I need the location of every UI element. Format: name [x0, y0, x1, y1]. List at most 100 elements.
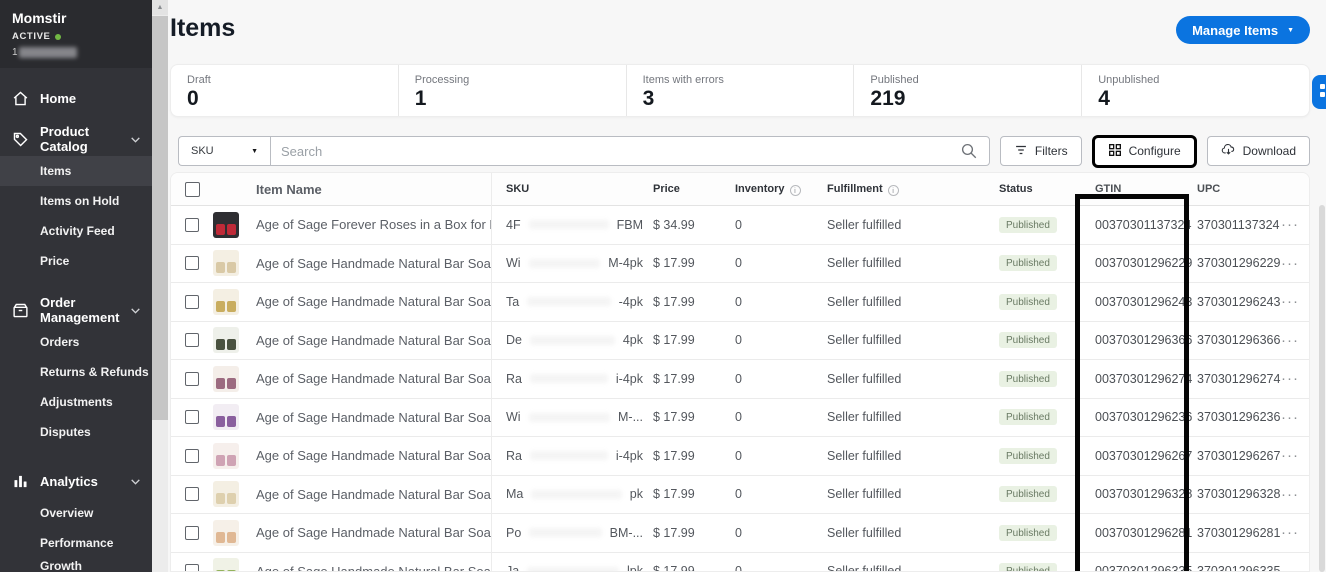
item-name-link[interactable]: Age of Sage Handmade Natural Bar Soap Gi… [251, 294, 491, 309]
row-menu-button[interactable]: ··· [1281, 370, 1309, 387]
table-row: Age of Sage Handmade Natural Bar Soap Gi… [171, 283, 1309, 322]
row-menu-button[interactable]: ··· [1281, 293, 1309, 310]
row-menu-button[interactable]: ··· [1281, 486, 1309, 503]
thumbnail-detail [227, 493, 236, 505]
row-checkbox[interactable] [185, 564, 199, 571]
row-checkbox[interactable] [185, 371, 199, 386]
row-menu-button[interactable]: ··· [1281, 563, 1309, 571]
gtin-cell: 00370301137324 [1095, 217, 1192, 232]
row-checkbox-cell [171, 217, 213, 232]
manage-items-button[interactable]: Manage Items ▼ [1176, 16, 1310, 44]
row-menu-button[interactable]: ··· [1281, 524, 1309, 541]
search-category-select[interactable]: SKU ▼ [178, 136, 270, 166]
sidebar-item-adjustments[interactable]: Adjustments [0, 387, 152, 417]
analytics-icon [12, 473, 29, 490]
thumbnail-detail [227, 223, 236, 235]
sidebar-scrollbar-thumb[interactable] [152, 16, 168, 420]
item-name-link[interactable]: Age of Sage Handmade Natural Bar Soap Gi… [251, 525, 491, 540]
sidebar-item-items-on-hold[interactable]: Items on Hold [0, 186, 152, 216]
upc-cell: 370301137324 [1197, 217, 1280, 232]
fulfillment-cell: Seller fulfilled [827, 256, 902, 271]
table-row: Age of Sage Handmade Natural Bar Soap Gi… [171, 552, 1309, 571]
row-checkbox[interactable] [185, 217, 199, 232]
item-name-link[interactable]: Age of Sage Handmade Natural Bar Soap Gi… [251, 564, 491, 571]
info-icon[interactable]: i [887, 184, 899, 196]
sidebar-item-items[interactable]: Items [0, 156, 152, 186]
stat-unpublished[interactable]: Unpublished 4 [1081, 65, 1309, 116]
sidebar-item-label: Items on Hold [40, 194, 120, 208]
sidebar-item-overview[interactable]: Overview [0, 498, 152, 528]
feedback-panel-button[interactable] [1312, 75, 1326, 109]
sidebar-item-orders[interactable]: Orders [0, 327, 152, 357]
sku-redacted [528, 258, 601, 268]
select-all-checkbox[interactable] [184, 181, 200, 197]
sidebar-item-label: Home [40, 90, 77, 106]
row-menu-button[interactable]: ··· [1281, 332, 1309, 349]
status-cell: Published [983, 447, 1079, 464]
row-checkbox[interactable] [185, 294, 199, 309]
item-name-link[interactable]: Age of Sage Handmade Natural Bar Soap Gi… [251, 448, 491, 463]
stat-draft[interactable]: Draft 0 [171, 65, 398, 116]
row-menu-button[interactable]: ··· [1281, 255, 1309, 272]
stat-value: 3 [642, 87, 655, 110]
status-badge: Published [999, 563, 1057, 571]
row-menu-button[interactable]: ··· [1281, 216, 1309, 233]
item-name-link[interactable]: Age of Sage Handmade Natural Bar Soap Gi… [251, 256, 491, 271]
table-row: Age of Sage Handmade Natural Bar Soap Gi… [171, 475, 1309, 514]
sidebar-item-price[interactable]: Price [0, 246, 152, 276]
configure-label: Configure [1128, 144, 1181, 158]
sidebar-item-performance[interactable]: Performance [0, 528, 152, 558]
item-name-link[interactable]: Age of Sage Handmade Natural Bar Soap Gi… [251, 333, 491, 348]
column-header-gtin: GTIN [1095, 183, 1122, 195]
row-menu-button[interactable]: ··· [1281, 409, 1309, 426]
row-menu-button[interactable]: ··· [1281, 447, 1309, 464]
item-name-link[interactable]: Age of Sage Forever Roses in a Box for M… [251, 217, 491, 232]
sidebar-item-disputes[interactable]: Disputes [0, 417, 152, 447]
search-input[interactable] [270, 136, 990, 166]
item-name-link[interactable]: Age of Sage Handmade Natural Bar Soap Gi… [251, 371, 491, 386]
sidebar-item-order-management[interactable]: Order Management [0, 293, 152, 327]
sku-end: i-4pk [615, 371, 643, 386]
sidebar-item-label: Returns & Refunds [40, 365, 149, 379]
table-scrollbar-thumb[interactable] [1319, 205, 1325, 572]
row-checkbox[interactable] [185, 448, 199, 463]
sku-start: Ta [506, 294, 520, 309]
thumbnail-detail [216, 416, 225, 428]
sku-end: i-4pk [615, 448, 643, 463]
sidebar-scrollbar[interactable]: ▲ [152, 0, 168, 572]
sidebar-nav: Home Product Catalog Items Items on Hold Act… [0, 68, 152, 572]
upc-cell: 370301296243 [1197, 294, 1281, 309]
sidebar-item-home[interactable]: Home [0, 81, 152, 115]
sidebar-item-activity-feed[interactable]: Activity Feed [0, 216, 152, 246]
stat-items-with-errors[interactable]: Items with errors 3 [625, 65, 854, 116]
row-checkbox[interactable] [185, 487, 199, 502]
thumbnail-detail [216, 339, 225, 351]
row-checkbox-cell [171, 256, 213, 271]
select-caret-icon: ▼ [251, 147, 258, 155]
sidebar-item-returns-refunds[interactable]: Returns & Refunds [0, 357, 152, 387]
scrollbar-up-arrow-icon[interactable]: ▲ [152, 0, 168, 15]
row-checkbox[interactable] [185, 525, 199, 540]
upc-cell: 370301296366 [1197, 333, 1281, 348]
row-checkbox[interactable] [185, 256, 199, 271]
info-icon[interactable]: i [789, 184, 801, 196]
sku-end: M-4pk [608, 256, 643, 271]
upc-cell: 370301296236 [1197, 410, 1281, 425]
configure-button[interactable]: Configure [1091, 134, 1197, 168]
upc-cell: 370301296274 [1197, 371, 1281, 386]
sku-cell: Ra i-4pk [506, 372, 643, 386]
filters-button[interactable]: Filters [999, 136, 1082, 166]
sidebar-item-growth-opportunities[interactable]: Growth Opportunities [0, 558, 152, 572]
sidebar-item-product-catalog[interactable]: Product Catalog [0, 122, 152, 156]
row-checkbox[interactable] [185, 410, 199, 425]
stat-published[interactable]: Published 219 [853, 65, 1081, 116]
row-checkbox[interactable] [185, 333, 199, 348]
header-checkbox-cell [171, 181, 213, 197]
thumb-cell [213, 365, 251, 392]
item-name-link[interactable]: Age of Sage Handmade Natural Bar Soap Gi… [251, 410, 491, 425]
row-checkbox-cell [171, 333, 213, 348]
download-button[interactable]: Download [1206, 136, 1310, 166]
stat-processing[interactable]: Processing 1 [397, 65, 626, 116]
sidebar-item-analytics[interactable]: Analytics [0, 464, 152, 498]
item-name-link[interactable]: Age of Sage Handmade Natural Bar Soap Gi… [251, 487, 491, 502]
